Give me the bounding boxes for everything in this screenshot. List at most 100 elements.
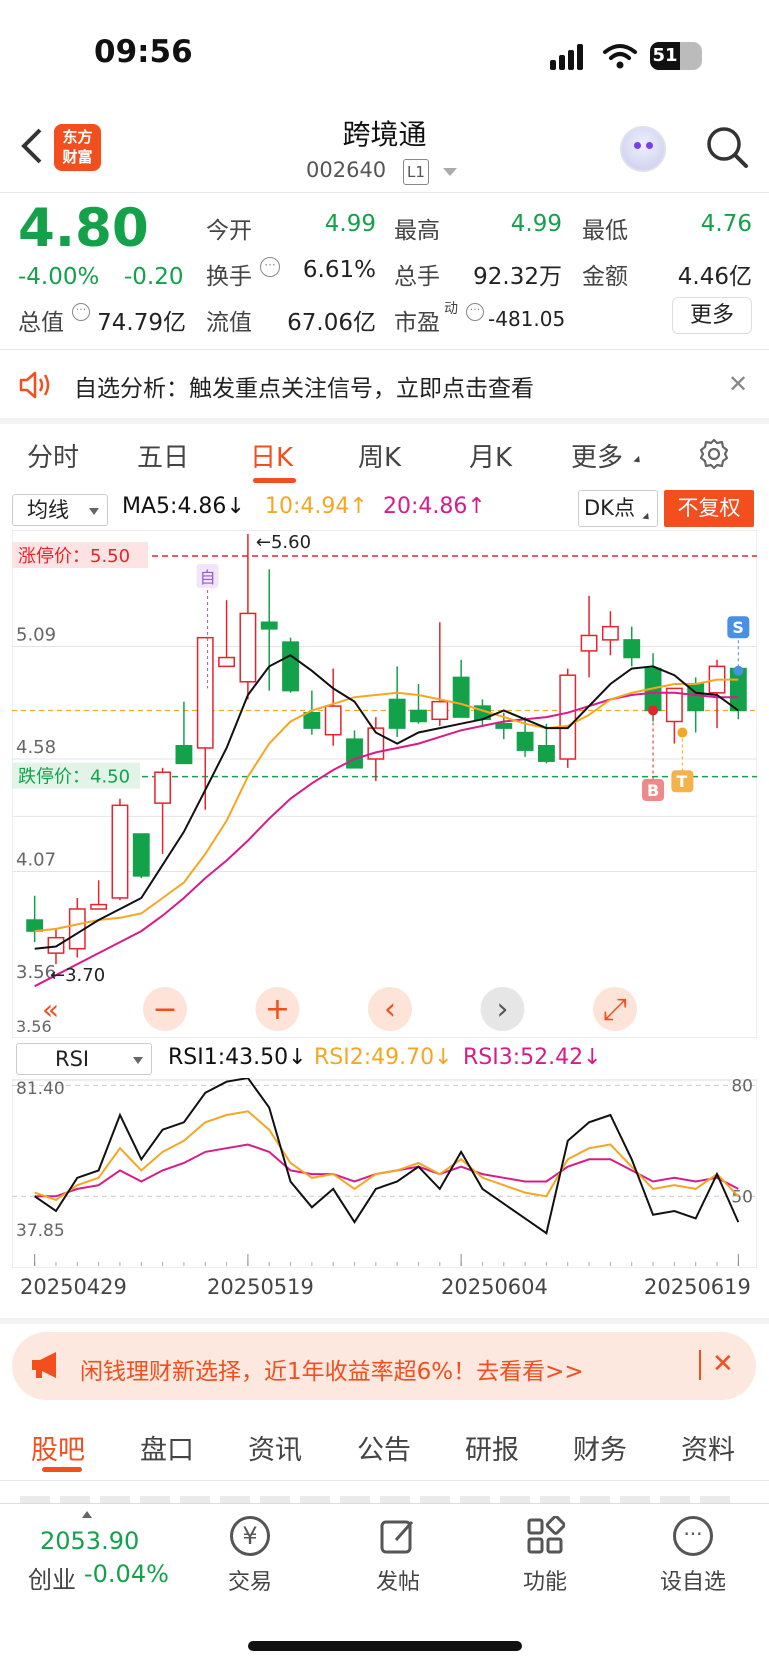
info-icon[interactable]: ··· [466,303,484,321]
index-change[interactable]: -0.04% [84,1560,169,1588]
ma10-value: 10:4.94↑ [265,494,368,519]
float-label: 流值 [206,310,252,336]
high-label: 最高 [394,218,440,244]
up-arrow-icon: ↑ [349,494,368,519]
mktcap-value: 74.79亿 [97,310,186,336]
float-value: 67.06亿 [287,310,376,336]
rsi1-text: RSI1:43.50 [168,1045,289,1070]
rsi-80-label: 80 [731,1078,753,1096]
wifi-icon [603,44,637,69]
candle-body [324,705,342,736]
candle-body [154,771,172,804]
status-time: 09:56 [94,34,193,70]
post-button[interactable]: 发帖 [353,1516,443,1596]
rsi3-value: RSI3:52.42↓ [463,1045,602,1070]
megaphone-icon [32,1352,56,1378]
more-caret-icon [633,455,643,466]
trade-button[interactable]: ¥ 交易 [205,1516,295,1596]
candle-body [516,731,534,751]
expand-icon[interactable] [82,1511,92,1518]
rsi-min-label: 37.85 [16,1221,65,1241]
candle-body [218,656,236,668]
more-button[interactable]: 更多 [672,297,752,334]
y-tick-label: 5.60 [16,530,56,533]
index-name[interactable]: 创业 [28,1560,76,1595]
candle-body [90,903,108,910]
speaker-icon [19,371,50,399]
candle-body [580,634,598,652]
candlestick-chart[interactable]: 5.60 5.09 4.58 4.07 3.56 涨停价：5.50 跌停价：4.50 ←5.6… [12,530,757,1038]
low-value: 4.76 [700,211,752,237]
rsi-select[interactable]: RSI [16,1043,152,1075]
home-indicator [248,1641,522,1651]
cellular-signal-icon [550,44,588,70]
divider [0,1318,769,1324]
up-arrow-icon: ↑ [467,494,486,519]
divider [0,192,769,193]
add-watchlist-button[interactable]: ··· 设自选 [648,1516,738,1596]
tab-guba[interactable]: 股吧 [31,1428,85,1467]
rsi-max-label: 81.40 [16,1079,65,1099]
ma10-text: 10:4.94 [265,494,350,519]
tab-research[interactable]: 研报 [465,1428,519,1467]
zoom-in-icon: + [265,992,290,1027]
down-arrow-icon: ↓ [434,1045,453,1070]
code-dropdown-icon[interactable] [443,168,457,176]
candle-body [111,804,129,899]
tab-pankou[interactable]: 盘口 [140,1428,194,1467]
date-label: 20250519 [207,1275,314,1299]
y-tick-label: 4.58 [16,737,56,758]
candle-body [410,709,427,723]
promo-text[interactable]: 闲钱理财新选择，近1年收益率超6%！去看看>> [80,1352,584,1386]
candle-body [559,674,577,760]
tab-intraday[interactable]: 分时 [27,437,79,474]
level-badge[interactable]: L1 [403,159,429,185]
zoom-out-icon: − [152,992,177,1027]
candle-body [260,621,278,630]
candle-body [623,639,641,659]
candle-body [346,738,363,769]
divider [0,418,769,424]
divider [699,1350,701,1380]
tab-news[interactable]: 资讯 [248,1428,302,1467]
close-icon[interactable]: ✕ [728,370,748,398]
rsi-chart[interactable]: 81.40 37.85 80 50 [12,1078,757,1268]
index-value[interactable]: 2053.90 [40,1527,139,1555]
gear-icon[interactable] [697,437,731,471]
mktcap-label: 总值 [18,310,64,336]
rsi-select-text: RSI [55,1047,90,1071]
adjust-button[interactable]: 不复权 [664,490,754,527]
date-label: 20250604 [441,1275,548,1299]
tab-daily-k[interactable]: 日K [250,437,293,474]
tab-five-day[interactable]: 五日 [137,437,189,474]
tab-profile[interactable]: 资料 [681,1428,735,1467]
tab-more[interactable]: 更多 [571,437,623,474]
tab-announcements[interactable]: 公告 [357,1428,411,1467]
tab-weekly-k[interactable]: 周K [358,437,401,474]
limit-up-label: 涨停价：5.50 [18,546,130,567]
yen-icon: ¥ [230,1516,270,1556]
down-arrow-icon: ↓ [583,1045,602,1070]
t-marker: T [676,772,687,791]
functions-button[interactable]: 功能 [500,1516,590,1596]
ma5-text: MA5:4.86 [122,494,227,519]
tab-finance[interactable]: 财务 [573,1428,627,1467]
rsi-frame [12,1079,757,1268]
buy-point [648,705,659,716]
tab-monthly-k[interactable]: 月K [469,437,512,474]
rsi2-text: RSI2:49.70 [314,1045,435,1070]
close-icon[interactable]: ✕ [712,1349,734,1379]
pe-label: 市盈 [394,310,440,336]
y-tick-label: 5.09 [16,625,56,646]
dk-point-select[interactable]: DK点 [578,490,658,527]
y-tick-label: 4.07 [16,850,56,871]
search-icon[interactable] [704,124,750,170]
info-icon[interactable]: ··· [72,303,90,321]
candle-body [26,919,44,932]
assistant-robot-icon[interactable] [620,126,666,172]
indicator-select[interactable]: 均线 [12,494,108,526]
analysis-banner-text[interactable]: 自选分析：触发重点关注信号，立即点击查看 [74,369,534,403]
y-tick-label: 3.56 [16,1017,52,1036]
info-icon[interactable]: ··· [260,257,280,277]
battery-level: 51 [650,42,680,70]
